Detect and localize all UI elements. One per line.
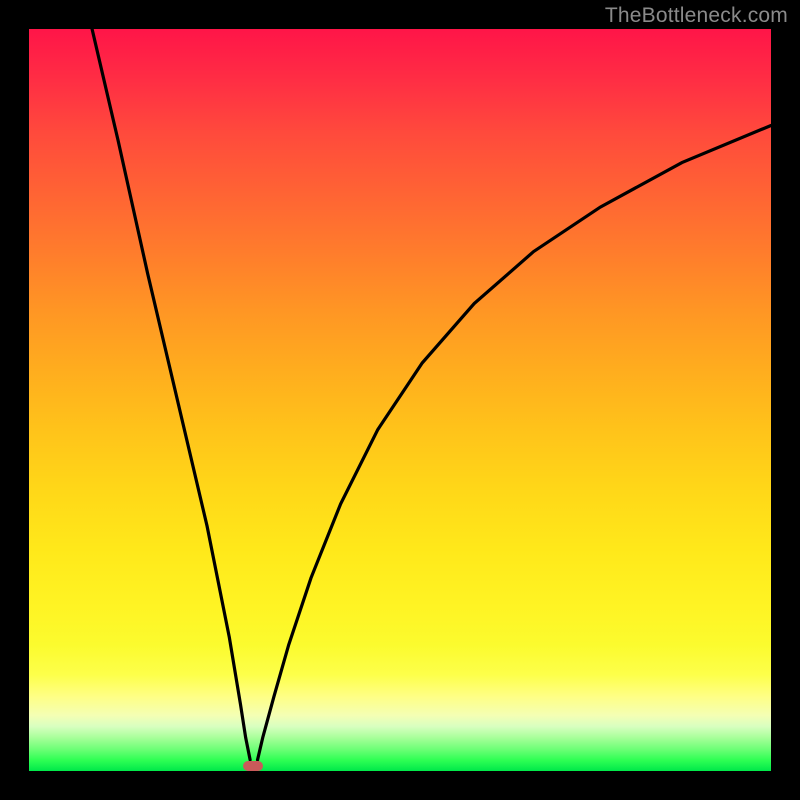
- watermark-text: TheBottleneck.com: [605, 4, 788, 28]
- optimum-marker: [243, 761, 262, 771]
- chart-frame: TheBottleneck.com: [0, 0, 800, 800]
- plot-area: [29, 29, 771, 771]
